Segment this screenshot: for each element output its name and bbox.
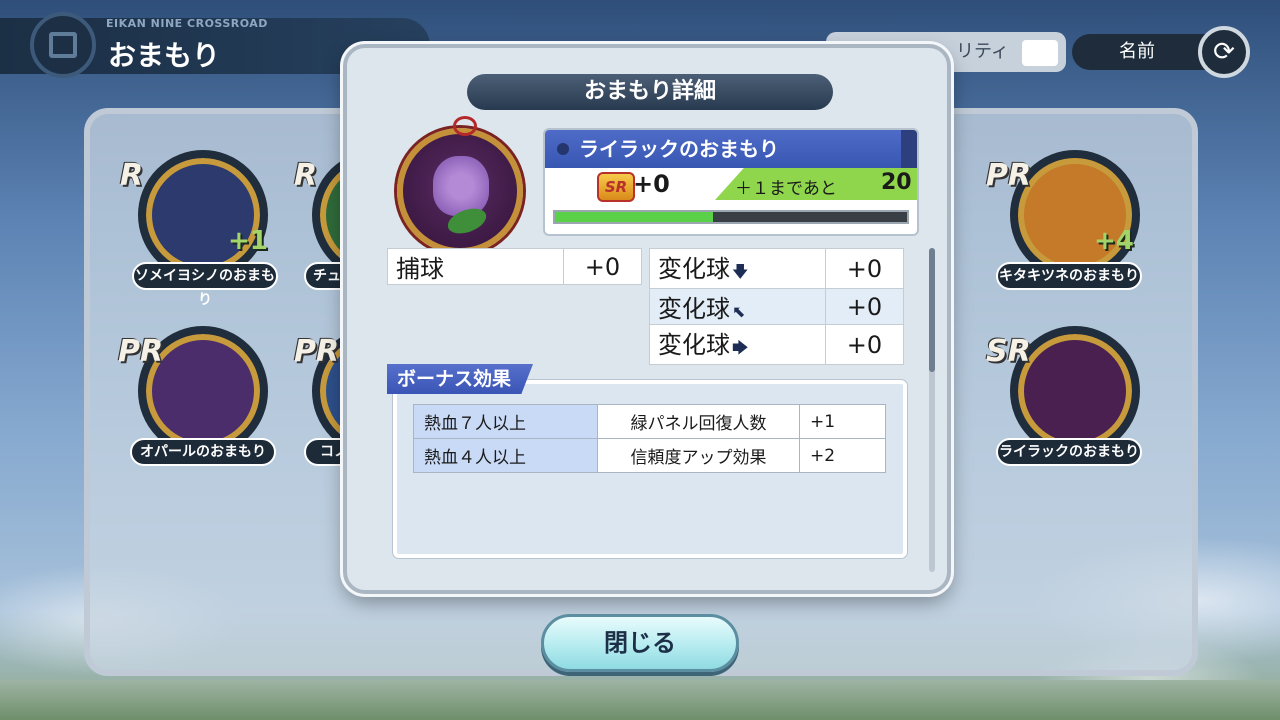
stat-row: 捕球 +0	[387, 248, 642, 285]
stat-value: +0	[563, 248, 642, 285]
stat-name: 変化球	[658, 255, 730, 283]
rank-badge: R	[120, 158, 144, 193]
lilac-charm-icon	[397, 116, 523, 254]
charm-name-bar: ライラックのおまもり	[545, 130, 917, 168]
stat-table-left: 捕球 +0	[387, 248, 642, 285]
charm-label: オパールのおまもり	[130, 438, 276, 466]
rarity-sort-label: リティ	[956, 41, 1009, 62]
bonus-value: +1	[799, 404, 886, 439]
stat-value: +0	[825, 324, 904, 365]
bonus-table: 熱血７人以上 緑パネル回復人数 +1 熱血４人以上 信頼度アップ効果 +2	[413, 404, 886, 473]
stat-name: 変化球	[658, 331, 730, 359]
sr-rank-badge: SR	[597, 172, 635, 202]
bullet-icon	[557, 143, 569, 155]
modal-title: おまもり詳細	[467, 74, 833, 110]
progress-bar	[553, 210, 909, 224]
progress-fill	[555, 212, 714, 222]
plus-count: +1	[228, 226, 268, 256]
plus-count: +4	[1094, 226, 1134, 256]
charm-level: +0	[633, 170, 670, 198]
charm-label: ライラックのおまもり	[996, 438, 1142, 466]
refresh-icon[interactable]: ⟳	[1198, 26, 1250, 78]
down-arrow-icon: 🡇	[732, 262, 749, 281]
sort-bars-icon	[1022, 40, 1058, 66]
charm-icon[interactable]	[138, 150, 268, 280]
shrine-logo-icon	[30, 12, 96, 78]
rank-badge: PR	[118, 334, 164, 369]
bonus-condition: 熱血４人以上	[413, 438, 598, 473]
bonus-effect: 信頼度アップ効果	[597, 438, 800, 473]
charm-name: ライラックのおまもり	[579, 137, 779, 161]
scrollbar[interactable]	[929, 248, 935, 572]
charm-label: ソメイヨシノのおまもり	[132, 262, 278, 308]
stat-name: 変化球	[658, 295, 730, 323]
rank-badge: PR	[986, 158, 1032, 193]
bonus-row: 熱血４人以上 信頼度アップ効果 +2	[413, 438, 886, 473]
charm-info-card: ライラックのおまもり SR +0 ＋１まであと 20	[543, 128, 919, 236]
bonus-section-title: ボーナス効果	[387, 364, 534, 394]
bonus-box: 熱血７人以上 緑パネル回復人数 +1 熱血４人以上 信頼度アップ効果 +2	[393, 380, 907, 558]
next-level-label: ＋１まであと	[735, 179, 837, 199]
stat-name: 捕球	[387, 248, 564, 285]
detail-scroll-area[interactable]: 捕球 +0 変化球🡇 +0 変化球⬉ +0 変化球🡆 +0 熱血７人以上	[383, 248, 913, 576]
background-grass	[0, 680, 1280, 720]
charm-detail-modal: おまもり詳細 ライラックのおまもり SR +0 ＋１まであと 20 捕球 +0	[343, 44, 951, 594]
stat-value: +0	[825, 288, 904, 325]
header-subtitle: EIKAN NINE CROSSROAD	[106, 17, 268, 30]
bonus-condition: 熱血７人以上	[413, 404, 598, 439]
lilac-flower-icon	[433, 156, 489, 216]
rank-badge: SR	[986, 334, 1031, 369]
stat-value: +0	[825, 248, 904, 289]
stat-table-right: 変化球 🡇 +0 変化球 ⬉ +0 変化球 🡆 +0	[649, 248, 904, 365]
bonus-effect: 緑パネル回復人数	[597, 404, 800, 439]
rank-badge: PR	[294, 334, 340, 369]
down-left-arrow-icon: ⬉	[732, 302, 746, 321]
stat-row: 変化球 🡇 +0	[649, 248, 904, 289]
scrollbar-thumb[interactable]	[929, 248, 935, 372]
charm-label: キタキツネのおまもり	[996, 262, 1142, 290]
knot-icon	[453, 116, 477, 136]
page-title: おまもり	[108, 39, 221, 72]
close-button[interactable]: 閉じる	[541, 614, 739, 672]
stat-row: 変化球 🡆 +0	[649, 324, 904, 365]
bonus-row: 熱血７人以上 緑パネル回復人数 +1	[413, 404, 886, 439]
rank-badge: R	[294, 158, 318, 193]
next-level-value: 20	[881, 170, 912, 195]
stat-row: 変化球 ⬉ +0	[649, 288, 904, 325]
right-arrow-icon: 🡆	[732, 338, 749, 357]
name-bar-tab	[901, 130, 917, 168]
bonus-value: +2	[799, 438, 886, 473]
